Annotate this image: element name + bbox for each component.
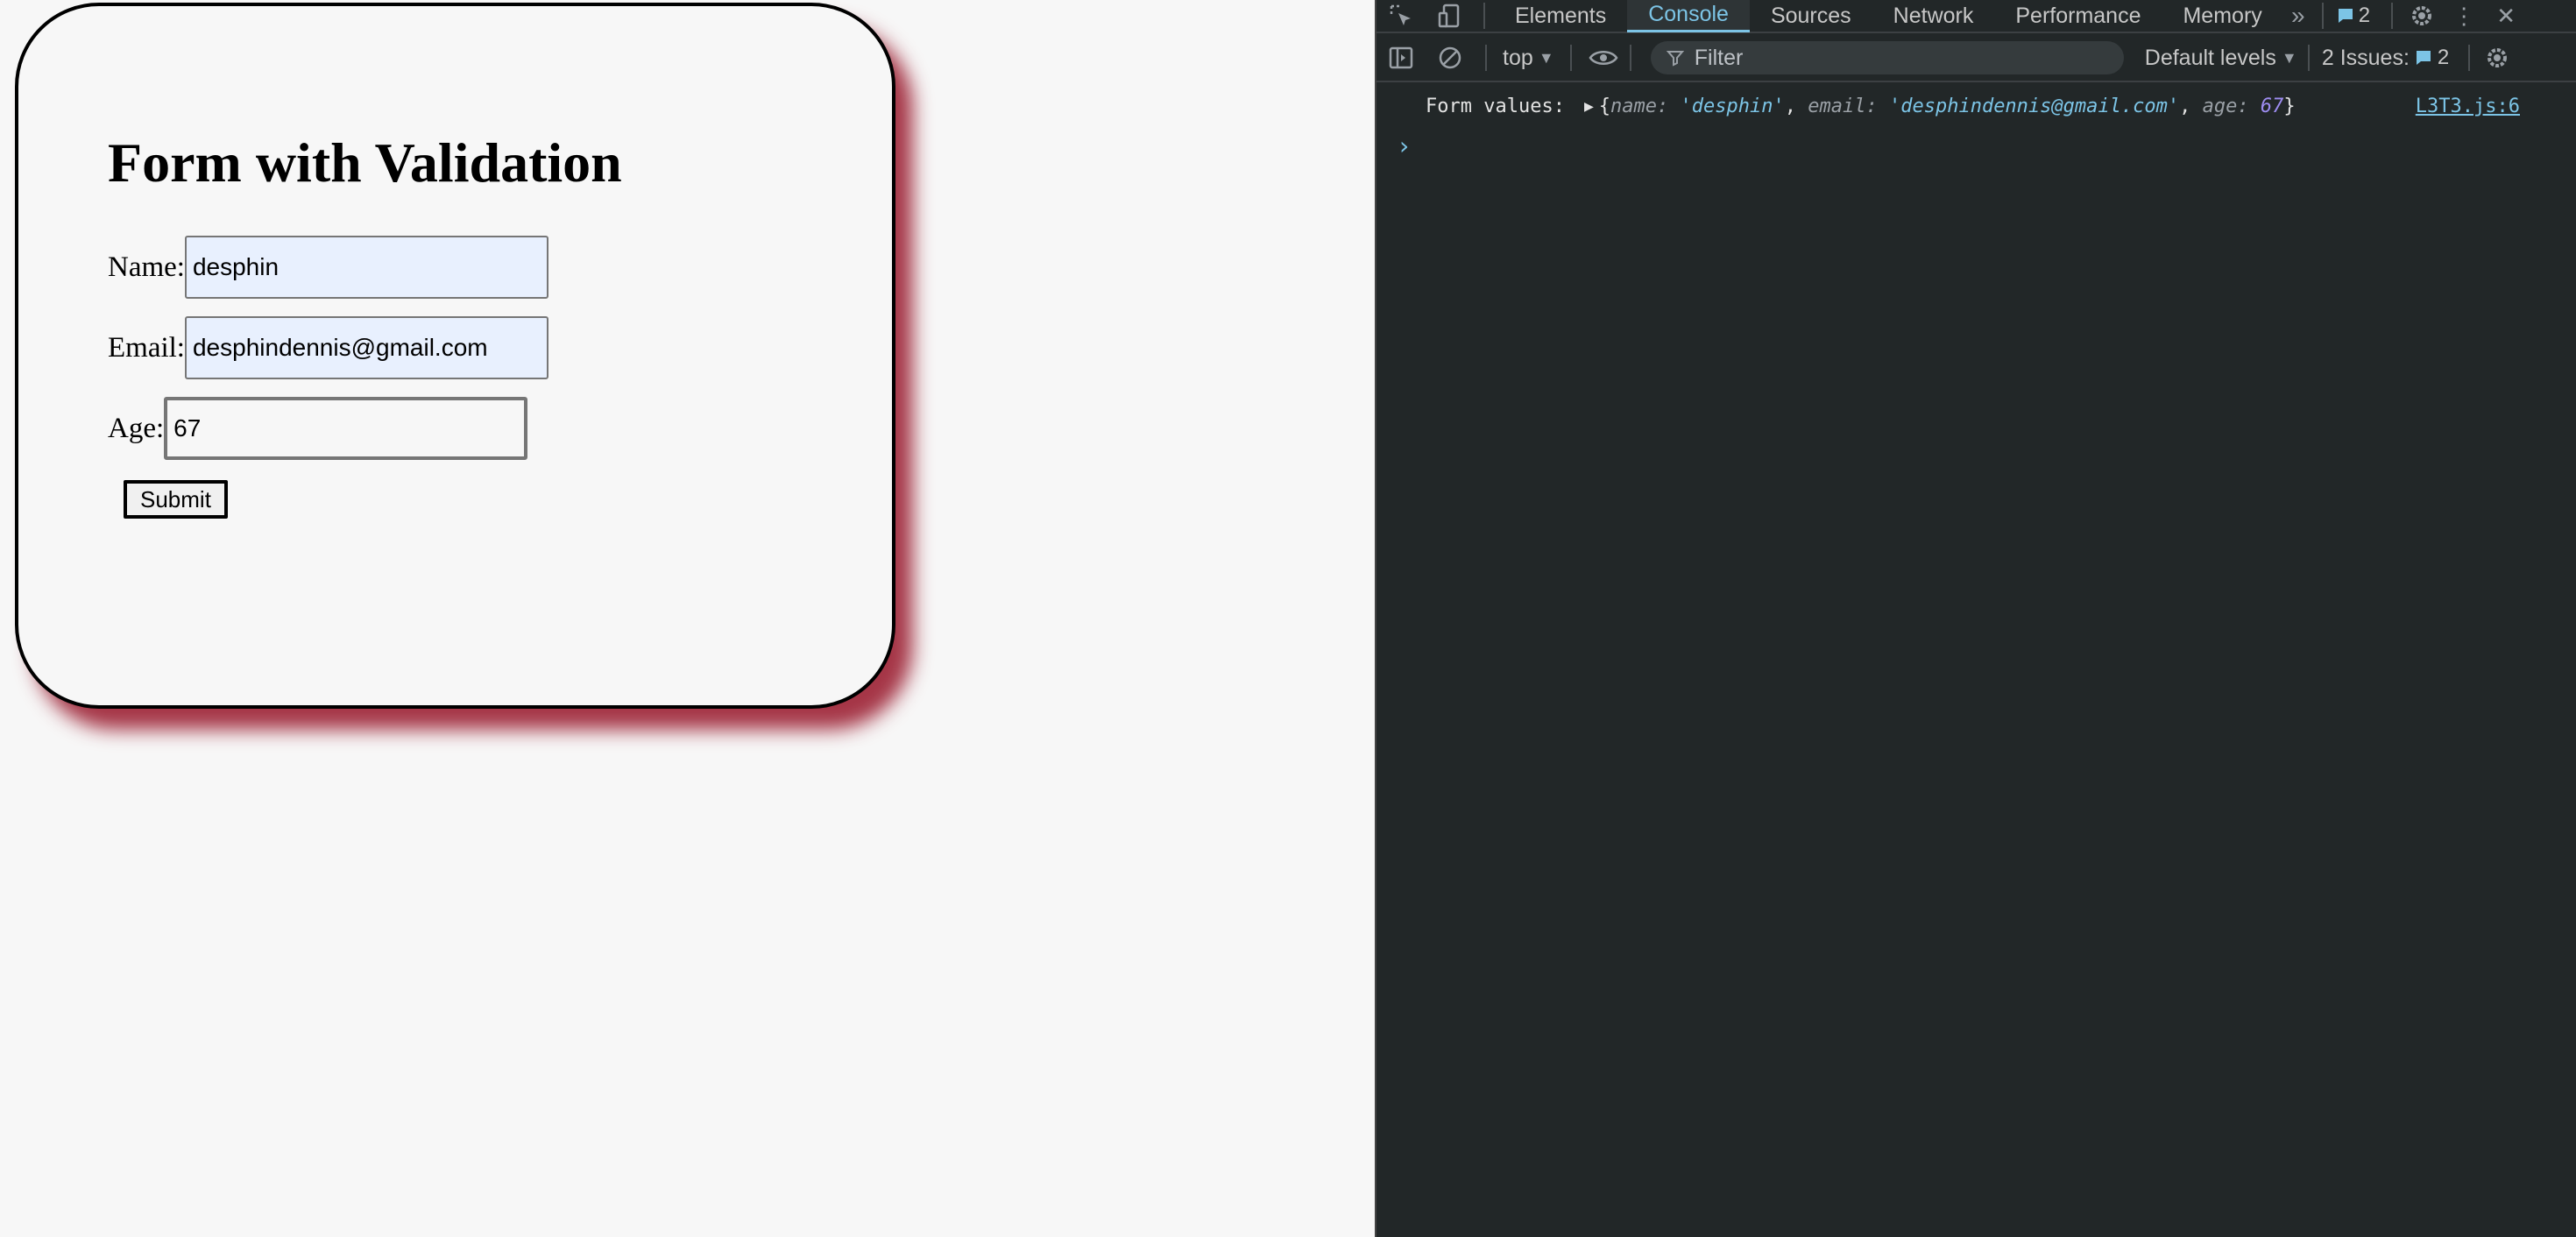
expand-object-icon[interactable]: ▶: [1584, 97, 1594, 116]
object-value-age: 67: [2260, 95, 2284, 117]
divider: [1569, 45, 1572, 71]
divider: [2391, 3, 2394, 29]
chevron-down-icon: ▼: [2281, 48, 2297, 67]
more-options-icon[interactable]: ⋮: [2442, 3, 2486, 30]
more-tabs-icon[interactable]: »: [2283, 2, 2313, 30]
chevron-down-icon: ▼: [1538, 48, 1554, 67]
divider: [1629, 45, 1631, 71]
divider: [1483, 3, 1485, 29]
email-row: Email: desphindennis@gmail.com: [108, 316, 548, 379]
name-row: Name: desphin: [108, 236, 548, 299]
filter-placeholder: Filter: [1694, 45, 1744, 70]
divider: [2321, 3, 2324, 29]
filter-funnel-icon: [1666, 49, 1684, 67]
tab-performance[interactable]: Performance: [1994, 0, 2162, 32]
form-card: Form with Validation Name: desphin Email…: [15, 3, 895, 709]
issues-message-icon: [2410, 48, 2438, 67]
email-input[interactable]: desphindennis@gmail.com: [184, 316, 548, 379]
console-log-entry: Form values: ▶ { name : 'desphin' , emai…: [1376, 88, 2576, 124]
brace-open: {: [1598, 95, 1611, 117]
clear-console-icon[interactable]: [1426, 45, 1475, 71]
page-title: Form with Validation: [108, 131, 622, 194]
filter-input[interactable]: Filter: [1650, 41, 2124, 74]
colon: :: [2237, 95, 2261, 117]
object-key-age: age: [2202, 95, 2238, 117]
object-key-email: email: [1808, 95, 1866, 117]
close-icon[interactable]: ✕: [2486, 3, 2526, 30]
divider: [1485, 45, 1487, 71]
eye-icon[interactable]: [1582, 48, 1624, 67]
name-input[interactable]: desphin: [184, 236, 548, 299]
log-prefix: Form values:: [1426, 95, 1565, 117]
sidebar-toggle-icon[interactable]: [1376, 45, 1426, 71]
submit-button[interactable]: Submit: [124, 480, 228, 519]
divider: [2468, 45, 2471, 71]
comma: ,: [2179, 95, 2203, 117]
issues-label[interactable]: 2 Issues:: [2322, 46, 2410, 71]
console-toolbar: top ▼ Filter Default levels ▼ 2 Issues: …: [1376, 35, 2576, 82]
devtools-tabbar: Elements Console Sources Network Perform…: [1376, 0, 2576, 33]
console-settings-icon[interactable]: [2477, 45, 2517, 71]
object-value-email: 'desphindennis@gmail.com': [1888, 95, 2180, 117]
comma: ,: [1784, 95, 1808, 117]
inspect-element-icon[interactable]: [1376, 3, 1426, 29]
messages-count: 2: [2358, 4, 2371, 27]
source-link[interactable]: L3T3.js:6: [2416, 95, 2520, 117]
age-input[interactable]: 67: [164, 397, 528, 460]
object-key-name: name: [1610, 95, 1658, 117]
age-row: Age: 67: [108, 397, 528, 460]
email-label: Email:: [108, 331, 185, 364]
device-toolbar-icon[interactable]: [1426, 3, 1475, 29]
issues-count: 2: [2437, 46, 2450, 69]
console-prompt-icon[interactable]: ›: [1399, 131, 1409, 160]
messages-icon[interactable]: [2332, 6, 2359, 25]
colon: :: [1865, 95, 1889, 117]
divider: [2307, 45, 2310, 71]
name-label: Name:: [108, 251, 185, 283]
tab-memory[interactable]: Memory: [2162, 0, 2282, 32]
tab-network[interactable]: Network: [1872, 0, 1995, 32]
age-label: Age:: [108, 412, 165, 444]
colon: :: [1657, 95, 1681, 117]
tab-elements[interactable]: Elements: [1494, 0, 1627, 32]
brace-close: }: [2283, 95, 2296, 117]
log-levels-select[interactable]: Default levels: [2145, 46, 2276, 71]
object-value-name: 'desphin': [1680, 95, 1785, 117]
settings-gear-icon[interactable]: [2402, 3, 2442, 29]
web-page: Form with Validation Name: desphin Email…: [0, 0, 1375, 1237]
context-selector[interactable]: top: [1503, 46, 1533, 71]
tab-console[interactable]: Console: [1627, 0, 1750, 32]
devtools-panel: Elements Console Sources Network Perform…: [1375, 0, 2576, 1237]
tab-sources[interactable]: Sources: [1750, 0, 1872, 32]
